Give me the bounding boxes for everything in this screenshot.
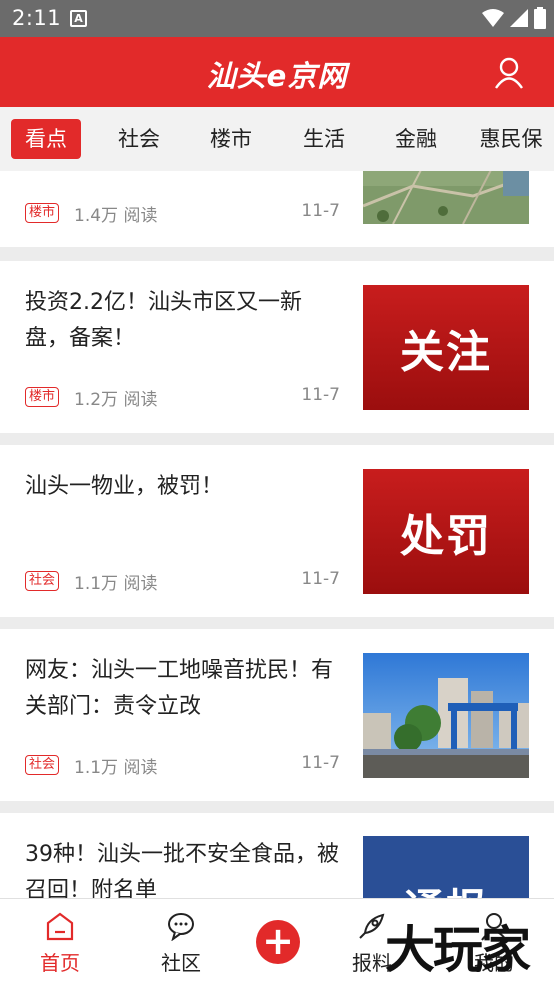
nav-home[interactable]: 首页 [15, 899, 105, 976]
app-logo: 汕头e京网 [206, 59, 348, 93]
news-thumbnail: 处罚 [363, 469, 529, 594]
category-tag: 楼市 [25, 387, 60, 407]
news-thumbnail: 关注 [363, 285, 529, 410]
tab-kandian[interactable]: 看点 [11, 119, 81, 159]
chat-bubble-icon [168, 913, 194, 941]
home-icon [46, 912, 74, 941]
news-meta: 楼市 1.4万 阅读 11-7 [25, 201, 340, 226]
tab-loushi[interactable]: 楼市 [209, 119, 253, 159]
plus-icon[interactable]: + [256, 920, 300, 964]
watermark-text: 大玩家 [385, 921, 531, 979]
category-tag: 社会 [25, 755, 60, 775]
news-card[interactable]: 网友：汕头一工地噪音扰民！有关部门：责令立改 社会 1.1万 阅读 11-7 [0, 629, 554, 801]
news-title: 汕头一物业，被罚！ [25, 474, 224, 499]
news-card[interactable]: 39种！汕头一批不安全食品，被召回！附名单 通报 [0, 813, 554, 898]
news-title: 39种！汕头一批不安全食品，被召回！附名单 [25, 842, 339, 898]
category-tabs: 看点 社会 楼市 生活 金融 惠民保 [0, 107, 554, 171]
read-count: 1.4万 阅读 [74, 206, 158, 226]
news-card[interactable]: 投资2.2亿！汕头市区又一新盘，备案！ 楼市 1.2万 阅读 11-7 关注 [0, 261, 554, 433]
news-thumbnail [363, 171, 529, 224]
signal-icon [510, 9, 528, 27]
status-icons [482, 7, 546, 29]
user-icon[interactable] [494, 57, 524, 89]
category-tag: 社会 [25, 571, 60, 591]
app-header: 汕头e京网 [0, 37, 554, 107]
wifi-icon [482, 9, 504, 27]
nav-home-label: 首页 [40, 951, 80, 975]
read-count: 1.2万 阅读 [74, 390, 158, 410]
nav-community-label: 社区 [161, 951, 201, 975]
news-card[interactable]: 汕头一物业，被罚！ 社会 1.1万 阅读 11-7 处罚 [0, 445, 554, 617]
status-time: 2:11 [12, 6, 62, 30]
tab-shenghuo[interactable]: 生活 [302, 119, 346, 159]
notification-icon: A [70, 10, 87, 27]
publish-date: 11-7 [301, 385, 340, 405]
news-meta: 社会 1.1万 阅读 11-7 [25, 753, 340, 778]
rocket-icon [359, 913, 385, 939]
news-feed: 楼市 1.4万 阅读 11-7 投资2.2亿！汕头市区又一新盘，备案！ 楼市 1… [0, 171, 554, 898]
news-meta: 楼市 1.2万 阅读 11-7 [25, 385, 340, 410]
publish-date: 11-7 [301, 569, 340, 589]
tab-jinrong[interactable]: 金融 [394, 119, 438, 159]
category-tag: 楼市 [25, 203, 60, 223]
tab-shehui[interactable]: 社会 [117, 119, 161, 159]
news-title: 网友：汕头一工地噪音扰民！有关部门：责令立改 [25, 658, 334, 719]
read-count: 1.1万 阅读 [74, 574, 158, 594]
news-thumbnail [363, 653, 529, 778]
publish-date: 11-7 [301, 201, 340, 221]
news-thumbnail: 通报 [363, 836, 529, 898]
read-count: 1.1万 阅读 [74, 758, 158, 778]
news-meta: 社会 1.1万 阅读 11-7 [25, 569, 340, 594]
nav-community[interactable]: 社区 [136, 899, 226, 976]
news-title: 投资2.2亿！汕头市区又一新盘，备案！ [25, 290, 302, 351]
publish-date: 11-7 [301, 753, 340, 773]
status-bar: 2:11 A [0, 0, 554, 37]
battery-icon [534, 7, 546, 29]
tab-huiminbao[interactable]: 惠民保 [476, 119, 546, 159]
news-card[interactable]: 楼市 1.4万 阅读 11-7 [0, 171, 554, 247]
